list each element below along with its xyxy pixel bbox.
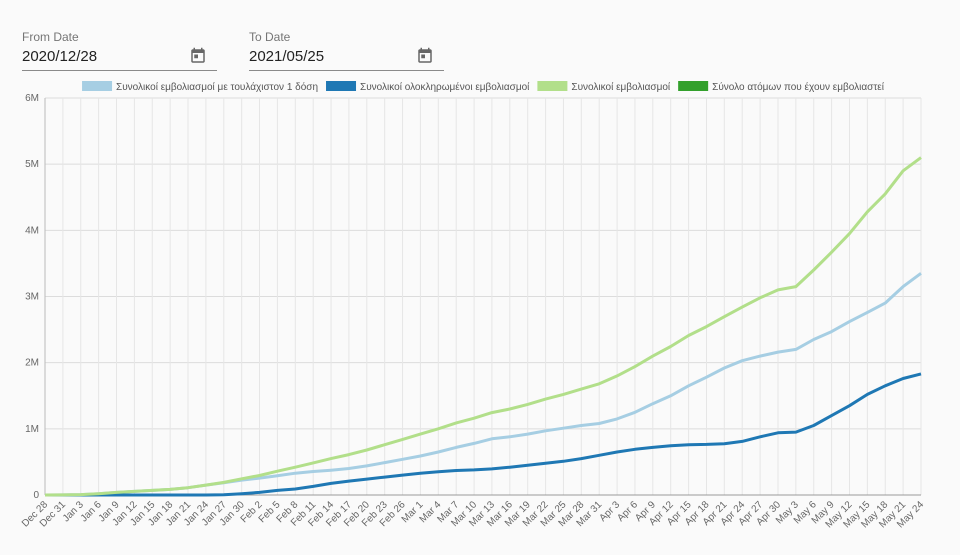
x-axis-labels: Dec 28Dec 31Jan 3Jan 6Jan 9Jan 12Jan 15J… <box>20 499 926 530</box>
legend-label: Συνολικοί εμβολιασμοί <box>571 81 671 93</box>
legend-label: Συνολικοί ολοκληρωμένοι εμβολιασμοί <box>360 81 530 93</box>
from-date-label: From Date <box>22 30 79 44</box>
legend-item-3[interactable]: Συνολικοί εμβολιασμοί <box>537 81 671 93</box>
from-date-input[interactable] <box>22 44 182 65</box>
y-axis-labels: 0 1M 2M 3M 4M 5M 6M <box>25 93 39 501</box>
legend-item-4[interactable]: Σύνολο ατόμων που έχουν εμβολιαστεί <box>678 81 885 93</box>
y-tick-label: 4M <box>25 225 39 236</box>
legend-swatch <box>537 81 568 91</box>
to-date-input[interactable] <box>249 44 409 65</box>
vaccination-line-chart: Συνολικοί εμβολιασμοί με τουλάχιστον 1 δ… <box>20 81 926 530</box>
calendar-icon[interactable] <box>189 47 207 65</box>
y-tick-label: 0 <box>33 490 39 501</box>
y-tick-label: 3M <box>25 292 39 303</box>
to-date-field[interactable]: To Date <box>249 30 444 71</box>
legend-swatch <box>326 81 357 91</box>
series-line-2 <box>45 372 922 497</box>
legend-swatch <box>82 81 113 91</box>
chart-legend: Συνολικοί εμβολιασμοί με τουλάχιστον 1 δ… <box>82 81 885 93</box>
y-tick-label: 6M <box>25 93 39 104</box>
y-tick-label: 2M <box>25 358 39 369</box>
y-tick-label: 1M <box>25 424 39 435</box>
legend-item-1[interactable]: Συνολικοί εμβολιασμοί με τουλάχιστον 1 δ… <box>82 81 318 93</box>
series-line-1 <box>44 272 922 497</box>
series-line-3 <box>44 156 922 497</box>
legend-swatch <box>678 81 709 91</box>
chart-grid <box>44 97 922 496</box>
legend-label: Συνολικοί εμβολιασμοί με τουλάχιστον 1 δ… <box>116 81 318 93</box>
from-date-field[interactable]: From Date <box>22 30 217 71</box>
legend-item-2[interactable]: Συνολικοί ολοκληρωμένοι εμβολιασμοί <box>326 81 530 93</box>
chart-series <box>44 156 922 497</box>
y-tick-label: 5M <box>25 159 39 170</box>
to-date-label: To Date <box>249 30 291 44</box>
calendar-icon[interactable] <box>416 47 434 65</box>
legend-label: Σύνολο ατόμων που έχουν εμβολιαστεί <box>712 81 885 93</box>
